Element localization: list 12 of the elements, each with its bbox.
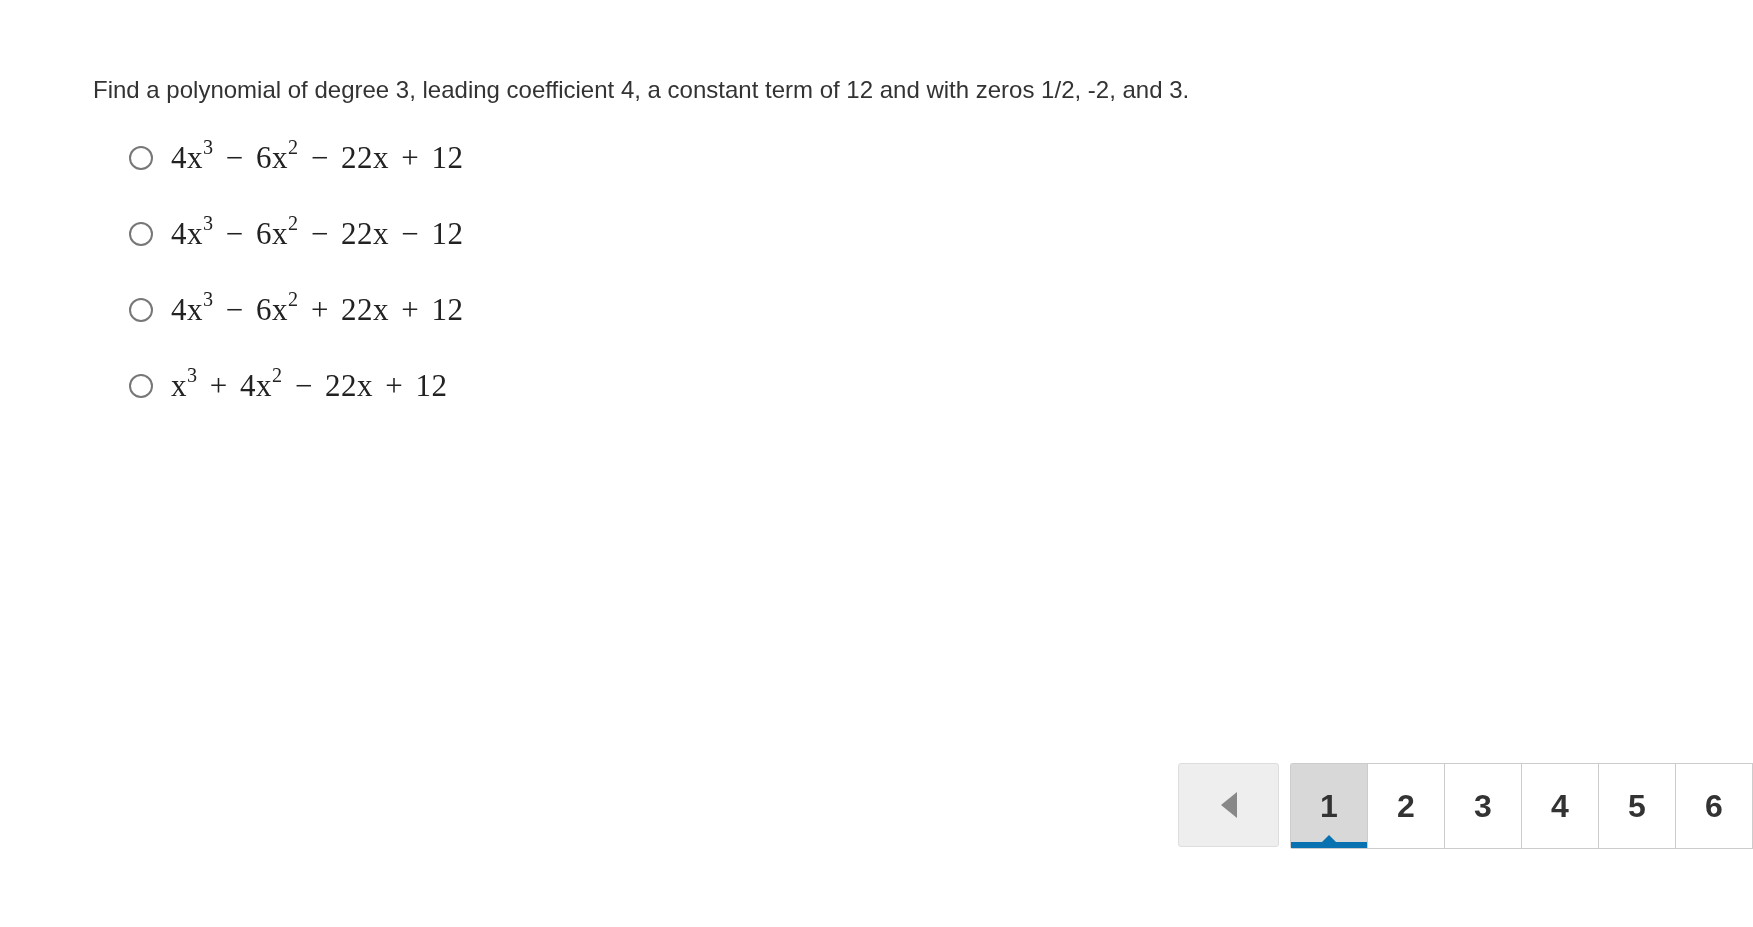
question-text: Find a polynomial of degree 3, leading coefficient 4, a constant term of 12 and with zeros 1/2, -2, and 3.	[93, 76, 1191, 104]
answer-option: 4x$^{3}$ − 6x$^{2}$ + 22x + 12	[171, 292, 464, 328]
answer-option: x$^{3}$ + 4x$^{2}$ − 22x + 12	[171, 368, 448, 404]
page-button[interactable]: 1	[1291, 764, 1368, 848]
radio-button[interactable]	[129, 374, 153, 398]
answer-option: 4x$^{3}$ − 6x$^{2}$ − 22x − 12	[171, 216, 464, 252]
answer-option: 4x$^{3}$ − 6x$^{2}$ − 22x + 12	[171, 140, 464, 176]
radio-button[interactable]	[129, 222, 153, 246]
left-triangle-icon	[1220, 792, 1237, 818]
radio-button[interactable]	[129, 146, 153, 170]
previous-button[interactable]	[1178, 763, 1279, 847]
radio-button[interactable]	[129, 298, 153, 322]
